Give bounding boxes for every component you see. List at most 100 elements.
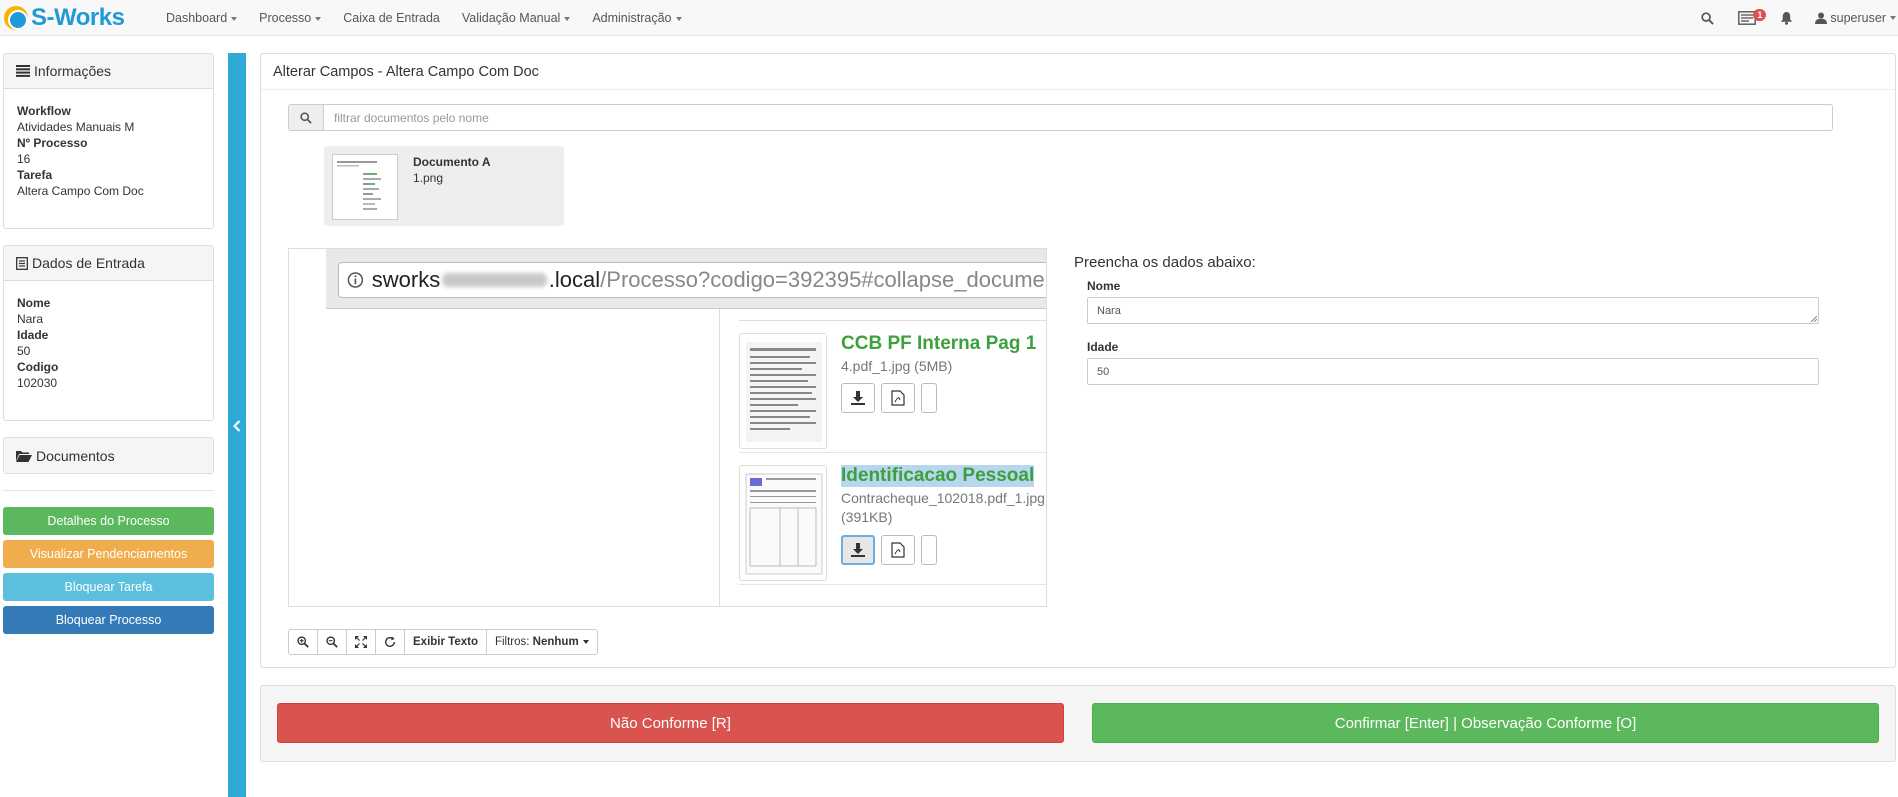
nome-label: Nome xyxy=(17,296,51,310)
screenshot-divider xyxy=(719,309,720,606)
idade-field-label: Idade xyxy=(1087,340,1119,354)
document-file: 1.png xyxy=(413,171,444,185)
documentos-panel-heading[interactable]: Documentos xyxy=(4,438,213,473)
screenshot-doc-thumbnail xyxy=(739,465,827,581)
idade-label: Idade xyxy=(17,328,49,342)
main-panel: Alterar Campos - Altera Campo Com Doc Do… xyxy=(260,53,1896,668)
search-icon[interactable] xyxy=(1689,11,1726,25)
more-button-shape xyxy=(921,535,937,565)
url-tld: .local xyxy=(548,267,601,292)
exibir-texto-button[interactable]: Exibir Texto xyxy=(404,629,487,655)
brand-name: S-Works xyxy=(31,4,125,31)
sidebar-collapse-toggle[interactable] xyxy=(228,53,246,797)
refresh-icon xyxy=(385,636,395,647)
chevron-left-icon xyxy=(233,420,241,432)
nav-right: 1 superuser xyxy=(1689,0,1898,36)
page-title: Alterar Campos - Altera Campo Com Doc xyxy=(261,54,1895,90)
url-host: sworks xyxy=(371,267,441,292)
document-image-viewer[interactable]: sworks .local /Processo?codigo=392395#co… xyxy=(288,248,1047,607)
folder-open-icon xyxy=(16,450,32,462)
nao-conforme-button[interactable]: Não Conforme [R] xyxy=(277,703,1064,743)
caret-down-icon xyxy=(582,640,589,644)
detalhes-processo-button[interactable]: Detalhes do Processo xyxy=(3,507,214,535)
fullscreen-button[interactable] xyxy=(346,629,376,655)
filtros-value: Nenhum xyxy=(532,636,579,648)
zoom-out-button[interactable] xyxy=(317,629,347,655)
sidebar-divider xyxy=(3,490,214,491)
visualizar-pendenciamentos-button[interactable]: Visualizar Pendenciamentos xyxy=(3,540,214,568)
tarefa-label: Tarefa xyxy=(17,168,53,182)
pdf-file-icon xyxy=(881,383,915,413)
download-icon xyxy=(841,383,875,413)
tasks-icon[interactable]: 1 xyxy=(1726,9,1768,25)
more-button-shape xyxy=(921,383,937,413)
url-path: /Processo?codigo=392395#collapse_documen xyxy=(600,267,1047,292)
document-search-input[interactable] xyxy=(324,105,1832,130)
user-menu[interactable]: superuser xyxy=(1805,11,1898,25)
caret-down-icon xyxy=(315,16,322,21)
nav-processo[interactable]: Processo xyxy=(248,11,332,25)
screenshot-url-field: sworks .local /Processo?codigo=392395#co… xyxy=(338,262,1047,298)
nav-dashboard[interactable]: Dashboard xyxy=(155,11,248,25)
nome-field[interactable]: Nara xyxy=(1087,297,1819,324)
document-name: Documento A xyxy=(413,155,491,169)
nome-field-label: Nome xyxy=(1087,279,1121,293)
user-icon xyxy=(1815,12,1828,24)
form-title: Preencha os dados abaixo: xyxy=(1074,254,1256,271)
screenshot-item-partial xyxy=(739,309,1046,321)
workflow-value: Atividades Manuais M xyxy=(17,120,135,134)
caret-down-icon xyxy=(564,16,571,21)
screenshot-doc-item: Identificacao Pessoal Contracheque_10201… xyxy=(739,465,1046,585)
documentos-panel[interactable]: Documentos xyxy=(3,437,214,474)
search-icon xyxy=(289,105,324,130)
nav-validacao-manual[interactable]: Validação Manual xyxy=(451,11,581,25)
documentos-panel-title: Documentos xyxy=(36,447,115,464)
notification-badge: 1 xyxy=(1753,9,1767,21)
entrada-panel: Dados de Entrada Nome Nara Idade 50 Codi… xyxy=(3,245,214,421)
screenshot-doc-title: CCB PF Interna Pag 1 xyxy=(841,333,1037,354)
list-icon xyxy=(16,65,30,77)
idade-value: 50 xyxy=(17,344,31,358)
resize-handle-icon[interactable] xyxy=(1810,315,1817,322)
entrada-panel-title: Dados de Entrada xyxy=(32,255,145,271)
data-entry-form: Preencha os dados abaixo: Nome Nara Idad… xyxy=(1074,254,1854,385)
document-search xyxy=(288,104,1833,131)
bloquear-processo-button[interactable]: Bloquear Processo xyxy=(3,606,214,634)
filtros-dropdown[interactable]: Filtros: Nenhum xyxy=(485,629,598,655)
idade-field[interactable]: 50 xyxy=(1087,358,1819,385)
user-name: superuser xyxy=(1830,11,1886,25)
caret-down-icon xyxy=(1890,16,1896,20)
document-card[interactable]: Documento A 1.png xyxy=(324,146,564,226)
top-navbar: S-Works Dashboard Processo Caixa de Entr… xyxy=(0,0,1898,36)
rotate-button[interactable] xyxy=(375,629,405,655)
url-redacted xyxy=(442,273,547,287)
tarefa-value: Altera Campo Com Doc xyxy=(17,184,144,198)
info-icon xyxy=(347,272,364,288)
info-panel-heading: Informações xyxy=(4,54,213,89)
zoom-out-icon xyxy=(326,636,338,648)
confirmar-button[interactable]: Confirmar [Enter] | Observação Conforme … xyxy=(1092,703,1879,743)
processo-value: 16 xyxy=(17,152,31,166)
zoom-in-button[interactable] xyxy=(288,629,318,655)
codigo-label: Codigo xyxy=(17,360,59,374)
screenshot-doc-item: CCB PF Interna Pag 1 4.pdf_1.jpg (5MB) xyxy=(739,333,1046,453)
nav-caixa-de-entrada[interactable]: Caixa de Entrada xyxy=(332,11,451,25)
document-thumbnail xyxy=(332,154,398,220)
fullscreen-icon xyxy=(355,636,367,648)
bell-icon[interactable] xyxy=(1768,11,1805,25)
pdf-file-icon xyxy=(881,535,915,565)
screenshot-doc-subtitle: 4.pdf_1.jpg (5MB) xyxy=(841,358,953,374)
caret-down-icon xyxy=(675,16,682,21)
info-panel: Informações Workflow Atividades Manuais … xyxy=(3,53,214,229)
screenshot-browser-bar: sworks .local /Processo?codigo=392395#co… xyxy=(326,249,1047,309)
entrada-panel-heading: Dados de Entrada xyxy=(4,246,213,281)
filtros-label: Filtros: xyxy=(494,636,530,648)
screenshot-doc-thumbnail xyxy=(739,333,827,449)
viewer-toolbar: Exibir Texto Filtros: Nenhum xyxy=(288,629,598,655)
screenshot-doc-title: Identificacao Pessoal xyxy=(841,465,1035,487)
bloquear-tarefa-button[interactable]: Bloquear Tarefa xyxy=(3,573,214,601)
nav-administracao[interactable]: Administração xyxy=(581,11,692,25)
nome-value: Nara xyxy=(17,312,44,326)
logo-icon xyxy=(4,6,28,30)
brand-logo[interactable]: S-Works xyxy=(4,3,125,33)
